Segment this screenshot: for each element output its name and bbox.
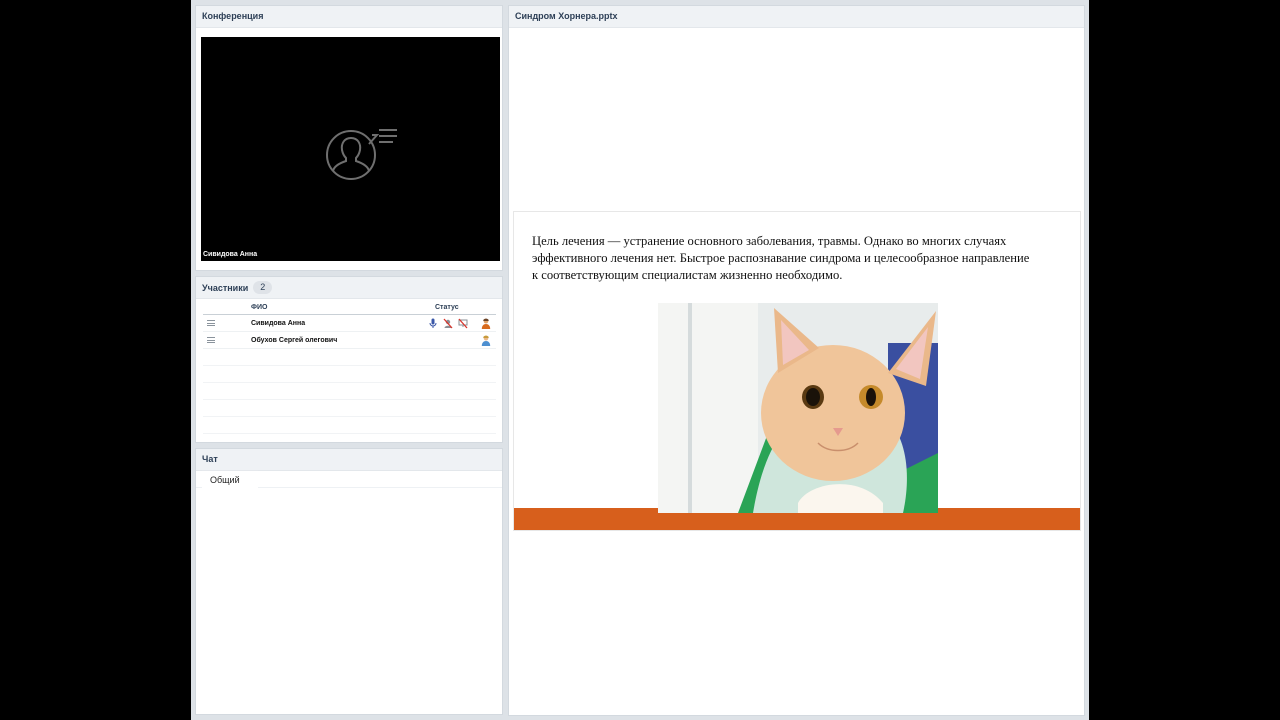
column-fio: ФИО [251,304,268,311]
chat-panel: Чат Общий [195,448,503,715]
empty-row [203,383,496,400]
tab-general[interactable]: Общий [202,470,258,488]
empty-row [203,400,496,417]
empty-row [203,366,496,383]
conference-title: Конференция [196,6,502,28]
chat-title: Чат [196,449,502,471]
microphone-icon[interactable] [428,318,438,329]
cat-photo [658,303,938,513]
participants-table: ФИО Статус Сивидова Анна Обухов Сергей о… [203,301,496,434]
participants-title: Участники [202,282,249,293]
drag-handle-icon[interactable] [207,337,215,343]
drag-handle-icon[interactable] [207,320,215,326]
camera-off-icon[interactable] [443,318,453,329]
participants-count-badge: 2 [253,281,273,294]
presentation-panel: Синдром Хорнеpа.pptx Цель лечения — устр… [508,5,1085,716]
empty-row [203,349,496,366]
participants-table-header: ФИО Статус [203,301,496,315]
column-status: Статус [435,304,459,311]
presenter-avatar-icon[interactable] [481,318,491,329]
user-avatar-icon[interactable] [481,335,491,346]
participant-row[interactable]: Обухов Сергей олегович [203,332,496,349]
participants-panel: Участники 2 ФИО Статус Сивидова Анна Обу… [195,276,503,443]
video-participant-name: Сивидова Анна [203,251,258,258]
empty-row [203,417,496,434]
participant-name: Обухов Сергей олегович [251,337,338,344]
participant-name: Сивидова Анна [251,320,306,327]
participants-header: Участники 2 [196,277,502,299]
screen-share-off-icon[interactable] [458,318,468,329]
presentation-slide[interactable]: Цель лечения — устранение основного забо… [513,211,1081,531]
conference-app: Конференция Сивидова Анна Участники 2 ФИ… [191,0,1089,720]
participant-row[interactable]: Сивидова Анна [203,315,496,332]
user-speaking-icon [326,129,397,180]
slide-text: Цель лечения — устранение основного забо… [532,234,1030,282]
conference-panel: Конференция Сивидова Анна [195,5,503,271]
video-tile[interactable]: Сивидова Анна [201,37,500,261]
presentation-title: Синдром Хорнеpа.pptx [509,6,1084,28]
